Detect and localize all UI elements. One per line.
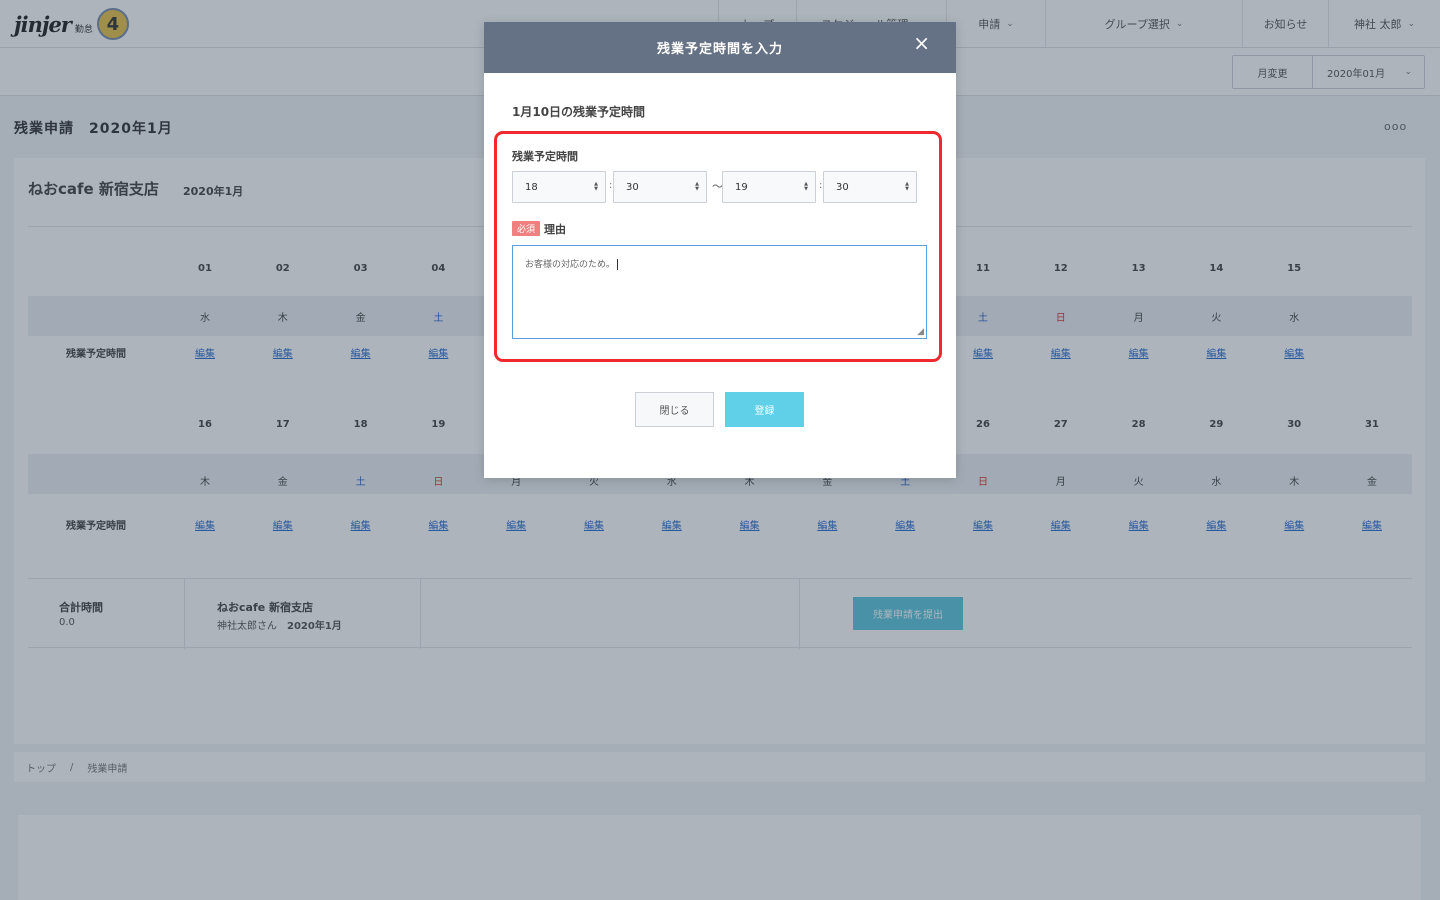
close-button[interactable]: 閉じる [635, 392, 714, 427]
text-caret [617, 259, 619, 270]
updown-icon: ▲ ▼ [695, 181, 699, 192]
time-colon: : [819, 180, 823, 191]
end-minute-value: 30 [836, 181, 849, 193]
modal-title: 残業予定時間を入力 [656, 42, 783, 57]
modal-header: 残業予定時間を入力 [484, 22, 956, 73]
end-minute-select[interactable]: 30 ▲ ▼ [823, 171, 917, 203]
register-button[interactable]: 登録 [725, 392, 804, 427]
reason-label: 理由 [544, 223, 566, 236]
end-hour-select[interactable]: 19 ▲ ▼ [722, 171, 816, 203]
start-hour-select[interactable]: 18 ▲ ▼ [512, 171, 606, 203]
updown-icon: ▲ ▼ [804, 181, 808, 192]
close-icon[interactable]: × [913, 33, 930, 53]
time-colon: : [609, 180, 613, 191]
start-minute-select[interactable]: 30 ▲ ▼ [613, 171, 707, 203]
reason-text: お客様の対応のため。 [525, 260, 616, 270]
start-hour-value: 18 [525, 181, 538, 193]
required-badge: 必須 [512, 221, 540, 236]
overtime-time-label: 残業予定時間 [512, 150, 578, 163]
modal-subtitle: 1月10日の残業予定時間 [512, 105, 646, 119]
reason-textarea[interactable]: お客様の対応のため。 ◢ [512, 245, 927, 339]
updown-icon: ▲ ▼ [905, 181, 909, 192]
overtime-input-modal: 残業予定時間を入力 × 1月10日の残業予定時間 残業予定時間 18 ▲ ▼ : 3… [484, 22, 956, 478]
updown-icon: ▲ ▼ [594, 181, 598, 192]
start-minute-value: 30 [626, 181, 639, 193]
resize-handle-icon[interactable]: ◢ [917, 327, 924, 337]
end-hour-value: 19 [735, 181, 748, 193]
